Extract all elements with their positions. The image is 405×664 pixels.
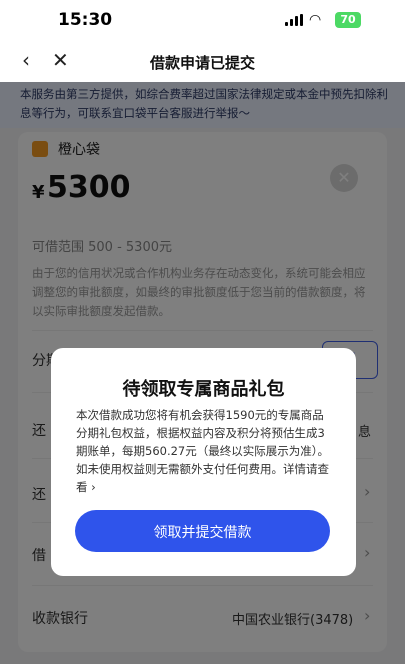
modal-body: 本次借款成功您将有机会获得1590元的专属商品分期礼包权益，根据权益内容及积分将… [76, 406, 334, 496]
wifi-icon: ◠ [309, 12, 322, 28]
signal-icon [285, 14, 303, 26]
modal-title: 待领取专属商品礼包 [122, 379, 285, 400]
status-time: 15:30 [58, 10, 113, 30]
chevron-right-icon[interactable]: › [88, 480, 96, 494]
battery-icon: 70 [335, 12, 361, 28]
page-title: 借款申请已提交 [149, 54, 255, 72]
claim-submit-button[interactable]: 领取并提交借款 [75, 510, 330, 552]
